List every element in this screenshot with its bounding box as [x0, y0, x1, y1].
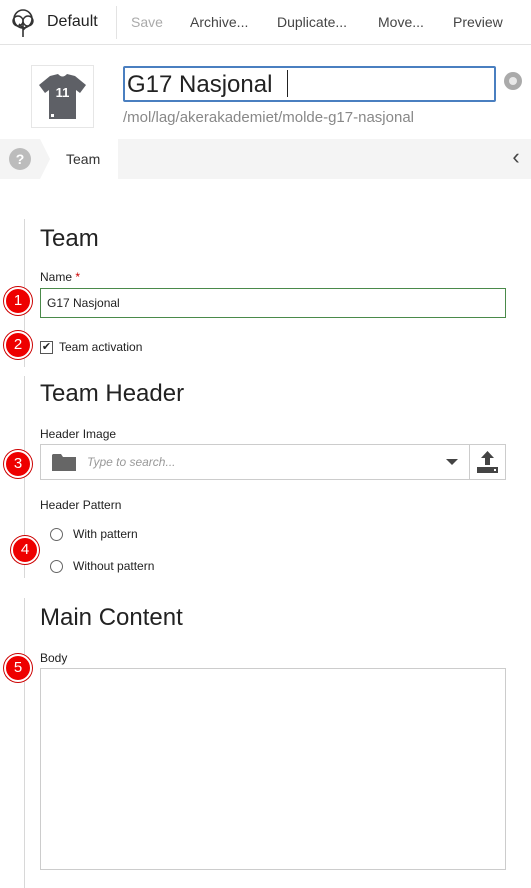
radio-without-pattern[interactable]	[50, 560, 63, 573]
radio-with-pattern-label[interactable]: With pattern	[73, 527, 138, 541]
header-image-label: Header Image	[40, 427, 117, 441]
team-activation-label[interactable]: Team activation	[59, 340, 142, 354]
header-pattern-label: Header Pattern	[40, 498, 122, 512]
help-icon[interactable]: ?	[9, 148, 31, 170]
section-guide-main	[24, 598, 25, 888]
tab-arrow-shape	[40, 139, 50, 179]
folder-icon	[52, 454, 76, 471]
name-field[interactable]: G17 Nasjonal	[40, 288, 506, 318]
required-asterisk: *	[75, 270, 81, 284]
duplicate-button[interactable]: Duplicate...	[277, 14, 347, 30]
info-toggle-icon[interactable]	[504, 72, 522, 90]
radio-with-pattern[interactable]	[50, 528, 63, 541]
name-label-text: Name	[40, 270, 73, 284]
team-activation-checkbox[interactable]: ✔	[40, 341, 53, 354]
upload-button[interactable]	[469, 444, 506, 480]
move-button[interactable]: Move...	[378, 14, 424, 30]
collapse-chevron-icon[interactable]: ‹	[506, 146, 526, 169]
name-label: Name *	[40, 270, 80, 284]
dropdown-arrow-icon[interactable]	[446, 459, 458, 465]
body-editor[interactable]	[40, 668, 506, 870]
top-toolbar: Default Save Archive... Duplicate... Mov…	[0, 0, 531, 45]
shirt-number: 11	[56, 85, 70, 100]
main-content-section-heading: Main Content	[40, 604, 183, 631]
preview-button[interactable]: Preview	[453, 14, 503, 30]
annotation-marker-2: 2	[4, 331, 32, 359]
content-thumbnail[interactable]: 11	[31, 65, 94, 128]
shirt-icon: 11	[39, 74, 86, 119]
content-path: /mol/lag/akerakademiet/molde-g17-nasjona…	[123, 109, 414, 126]
team-section-heading: Team	[40, 225, 99, 252]
save-button[interactable]: Save	[131, 14, 163, 30]
radio-without-pattern-label[interactable]: Without pattern	[73, 559, 154, 573]
annotation-marker-5: 5	[4, 654, 32, 682]
annotation-marker-1: 1	[4, 287, 32, 315]
header-image-search-input[interactable]: Type to search...	[87, 455, 175, 469]
text-caret	[287, 70, 288, 97]
display-name-input[interactable]: G17 Nasjonal	[123, 66, 496, 102]
toolbar-divider	[116, 6, 117, 39]
annotation-marker-4: 4	[11, 536, 39, 564]
annotation-marker-3: 3	[4, 450, 32, 478]
upload-icon	[477, 451, 498, 473]
body-label: Body	[40, 651, 68, 665]
tab-team-label: Team	[66, 151, 101, 167]
archive-button[interactable]: Archive...	[190, 14, 248, 30]
app-label[interactable]: Default	[47, 13, 98, 31]
tree-logo-icon[interactable]	[8, 8, 38, 38]
team-header-section-heading: Team Header	[40, 380, 185, 407]
